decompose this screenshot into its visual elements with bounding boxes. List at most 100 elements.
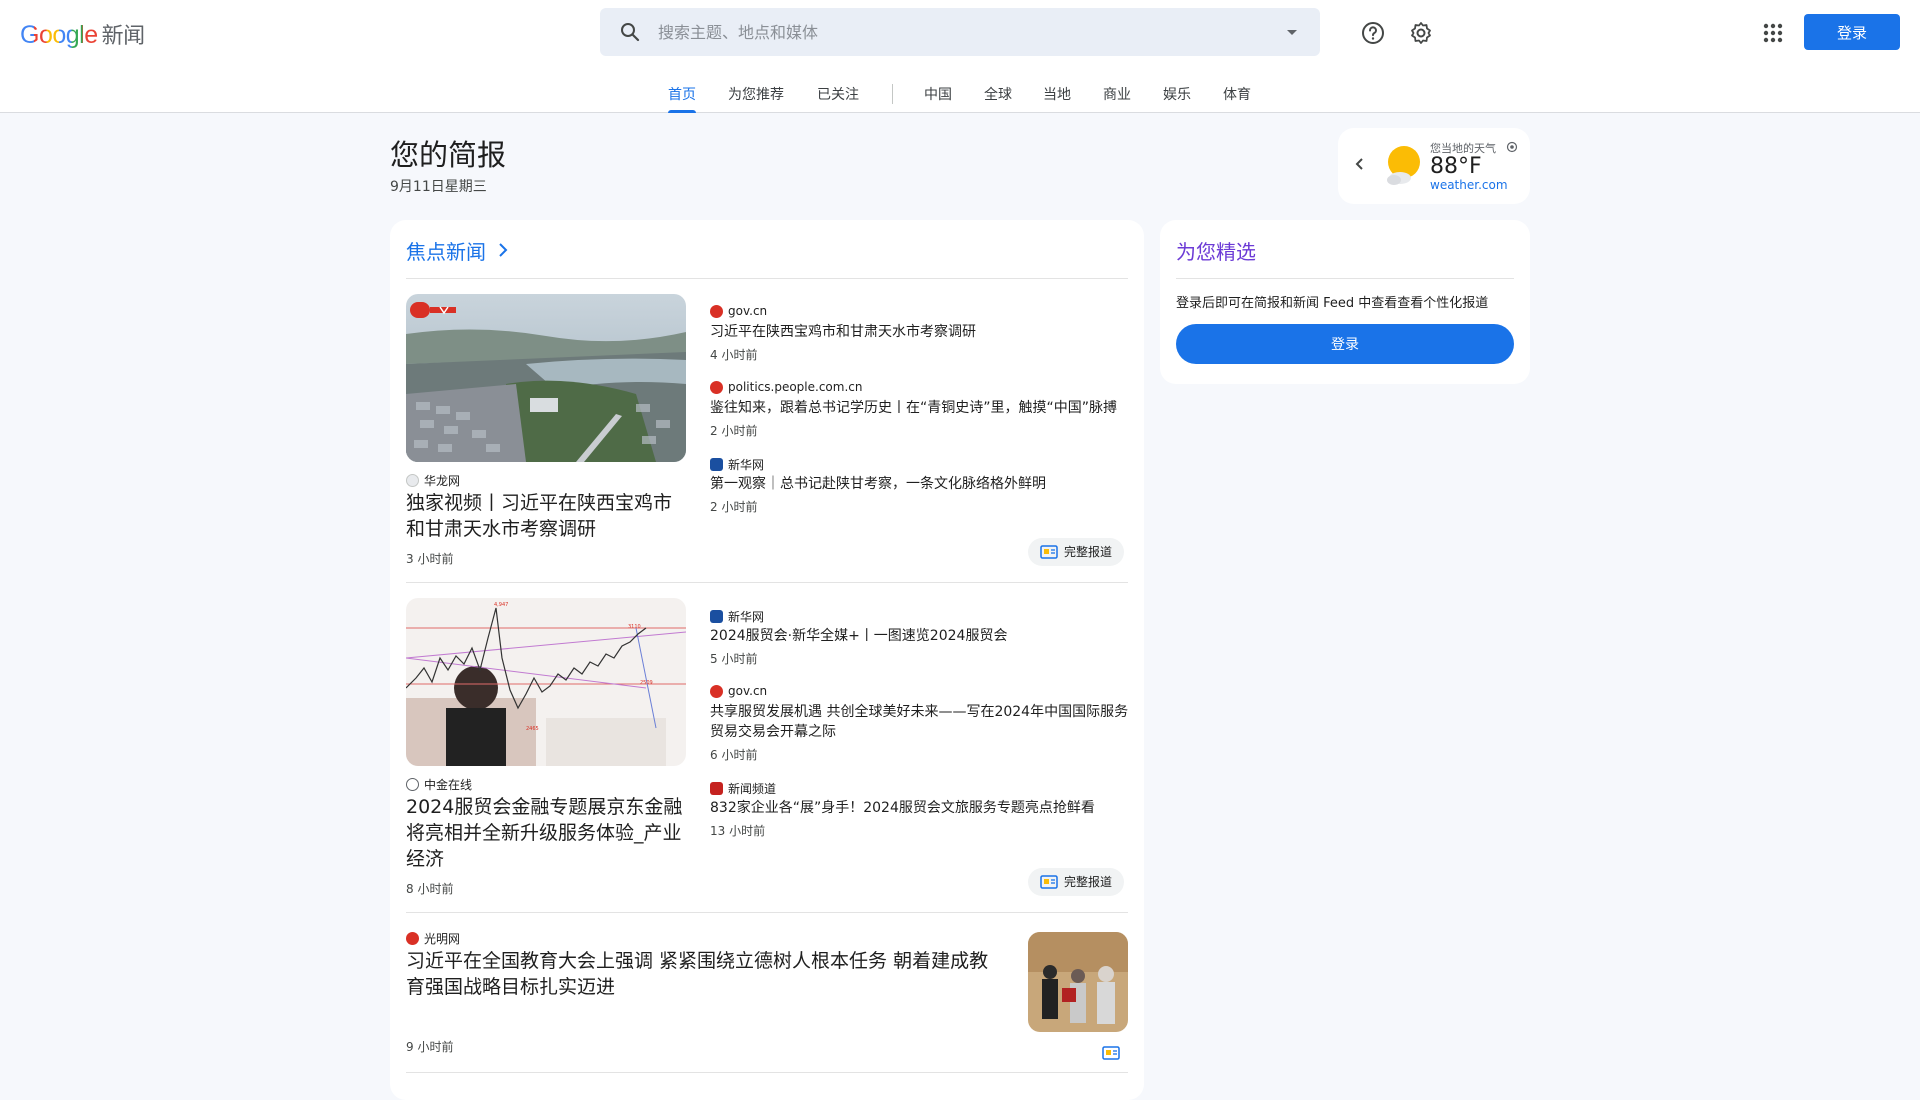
news-channel-icon: [710, 782, 723, 795]
story-image[interactable]: 4,947 3110 2509 2465: [406, 598, 686, 766]
sub-story-headline[interactable]: 2024服贸会·新华全媒+丨一图速览2024服贸会: [710, 626, 1130, 646]
full-coverage-icon: [1040, 545, 1058, 559]
source-name: 中金在线: [424, 778, 473, 792]
full-coverage-icon: [1040, 875, 1058, 889]
source-name: gov.cn: [728, 304, 768, 318]
tab-world[interactable]: 全球: [984, 84, 1012, 112]
briefing-date: 9月11日星期三: [390, 179, 487, 195]
logo-product: 新闻: [101, 23, 146, 48]
help-icon[interactable]: [1360, 20, 1386, 46]
chevron-down-icon[interactable]: [1282, 22, 1302, 42]
sign-in-button[interactable]: 登录: [1804, 14, 1900, 50]
tab-local[interactable]: 当地: [1043, 84, 1071, 112]
svg-text:3110: 3110: [628, 624, 641, 630]
top-stories-card: 焦点新闻 华龙网 独家视频丨习近平在陕西宝鸡市和甘肃天水市考察调研 3 小时前 …: [390, 220, 1144, 1100]
sub-story-source: gov.cn: [710, 684, 767, 698]
story-headline[interactable]: 独家视频丨习近平在陕西宝鸡市和甘肃天水市考察调研: [406, 490, 690, 542]
weather-widget[interactable]: 您当地的天气 88°F weather.com: [1338, 128, 1530, 204]
sub-story-headline[interactable]: 习近平在陕西宝鸡市和甘肃天水市考察调研: [710, 322, 1130, 342]
sub-story-headline[interactable]: 鉴往知来，跟着总书记学历史丨在“青铜史诗”里，触摸“中国”脉搏: [710, 398, 1130, 418]
chevron-right-icon[interactable]: [493, 240, 513, 260]
full-coverage-button[interactable]: 完整报道: [1028, 868, 1125, 896]
tab-sports[interactable]: 体育: [1223, 84, 1251, 112]
tab-china[interactable]: 中国: [924, 84, 952, 112]
sub-story-time: 4 小时前: [710, 348, 758, 362]
tab-for-you[interactable]: 为您推荐: [728, 84, 784, 112]
globe-icon: [406, 778, 419, 791]
source-name: 新华网: [728, 458, 765, 472]
divider: [406, 582, 1128, 583]
apps-grid-icon[interactable]: [1760, 20, 1786, 46]
tab-following[interactable]: 已关注: [817, 84, 859, 112]
sub-story-source: gov.cn: [710, 304, 767, 318]
story-source: 华龙网: [406, 472, 460, 489]
picks-title: 为您精选: [1176, 240, 1256, 264]
gov-emblem-icon: [710, 684, 723, 698]
sub-story-source: 新华网: [710, 608, 764, 625]
full-coverage-icon[interactable]: [1102, 1046, 1120, 1060]
sub-story-time: 2 小时前: [710, 424, 758, 438]
weather-temperature: 88°F: [1430, 154, 1482, 179]
divider: [406, 278, 1128, 279]
story-headline[interactable]: 习近平在全国教育大会上强调 紧紧围绕立德树人根本任务 朝着建成教育强国战略目标扎…: [406, 948, 1006, 1000]
briefing-title: 您的简报: [390, 138, 507, 172]
section-tabs: 首页 为您推荐 已关注 中国 全球 当地 商业 娱乐 体育: [0, 84, 1920, 113]
guangming-icon: [406, 932, 419, 945]
sub-story-headline[interactable]: 共享服贸发展机遇 共创全球美好未来——写在2024年中国国际服务贸易交易会开幕之…: [710, 702, 1130, 742]
sub-story-source: 新华网: [710, 456, 764, 473]
chevron-left-icon[interactable]: [1352, 156, 1368, 172]
svg-text:2465: 2465: [526, 726, 539, 732]
divider: [1176, 278, 1514, 279]
search-icon[interactable]: [618, 20, 642, 44]
svg-text:4,947: 4,947: [494, 602, 508, 608]
source-name: gov.cn: [728, 684, 768, 698]
meeting-photo-image: [1028, 932, 1128, 1032]
google-news-logo[interactable]: Google 新闻: [20, 18, 145, 50]
source-name: 新华网: [728, 610, 765, 624]
logo-brand: Google: [20, 21, 98, 49]
settings-gear-icon[interactable]: [1408, 20, 1434, 46]
top-stories-title[interactable]: 焦点新闻: [406, 236, 486, 265]
search-bar[interactable]: [600, 8, 1320, 56]
sub-story-time: 5 小时前: [710, 652, 758, 666]
tab-entertainment[interactable]: 娱乐: [1163, 84, 1191, 112]
partly-sunny-icon: [1387, 146, 1420, 185]
sub-story-time: 2 小时前: [710, 500, 758, 514]
full-coverage-button[interactable]: 完整报道: [1028, 538, 1125, 566]
divider: [406, 1072, 1128, 1073]
people-daily-icon: [710, 380, 723, 394]
weather-source-link[interactable]: weather.com: [1430, 178, 1508, 192]
full-coverage-label: 完整报道: [1064, 545, 1113, 559]
picks-sign-in-button[interactable]: 登录: [1176, 324, 1514, 364]
aerial-city-image: [406, 294, 686, 462]
stock-chart-image: 4,947 3110 2509 2465: [406, 598, 686, 766]
source-favicon-icon: [406, 474, 419, 487]
story-headline[interactable]: 2024服贸会金融专题展京东金融将亮相并全新升级服务体验_产业经济: [406, 794, 690, 872]
sub-story-headline[interactable]: 第一观察｜总书记赴陕甘考察，一条文化脉络格外鲜明: [710, 474, 1130, 494]
sub-story-source: politics.people.com.cn: [710, 380, 862, 394]
story-time: 8 小时前: [406, 882, 454, 896]
divider: [406, 912, 1128, 913]
xinhua-icon: [710, 610, 723, 623]
sub-story-headline[interactable]: 832家企业各“展”身手！2024服贸会文旅服务专题亮点抢鲜看: [710, 798, 1130, 818]
top-header: Google新闻 登录 首页 为您推荐 已关注 中国 全球 当地 商业 娱乐 体…: [0, 0, 1920, 113]
story-source: 光明网: [406, 930, 460, 947]
sub-story-source: 新闻频道: [710, 780, 776, 797]
gov-emblem-icon: [710, 304, 723, 318]
story-time: 3 小时前: [406, 552, 454, 566]
source-name: politics.people.com.cn: [728, 380, 863, 394]
picks-for-you-card: 为您精选 登录后即可在简报和新闻 Feed 中查看查看个性化报道 登录: [1160, 220, 1530, 384]
source-name: 新闻频道: [728, 782, 777, 796]
tab-business[interactable]: 商业: [1103, 84, 1131, 112]
full-coverage-label: 完整报道: [1064, 875, 1113, 889]
search-input[interactable]: [658, 8, 1238, 56]
picks-message: 登录后即可在简报和新闻 Feed 中查看查看个性化报道: [1176, 296, 1489, 311]
xinhua-icon: [710, 458, 723, 471]
story-image[interactable]: [406, 294, 686, 462]
tab-home[interactable]: 首页: [668, 84, 696, 113]
sub-story-time: 6 小时前: [710, 748, 758, 762]
story-time: 9 小时前: [406, 1040, 454, 1054]
story-image[interactable]: [1028, 932, 1128, 1032]
story-source: 中金在线: [406, 776, 472, 793]
sub-story-time: 13 小时前: [710, 824, 766, 838]
